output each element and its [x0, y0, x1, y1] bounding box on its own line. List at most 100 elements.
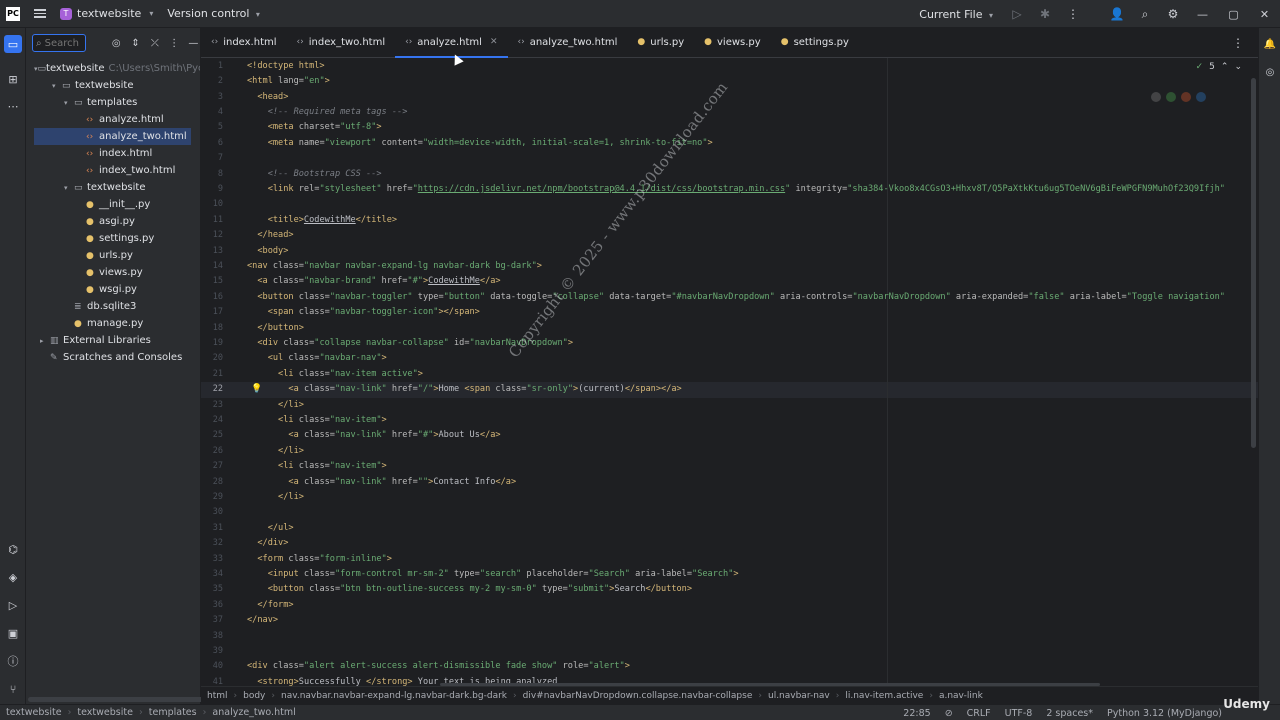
- breadcrumb-item[interactable]: html: [207, 691, 228, 701]
- editor-tab[interactable]: ‹› index_two.html: [287, 27, 396, 57]
- chevron-right-icon[interactable]: ▸: [40, 337, 50, 345]
- code-line[interactable]: <meta charset="utf-8">: [247, 120, 382, 135]
- code-line[interactable]: <body>: [247, 244, 288, 259]
- intention-bulb-icon[interactable]: 💡: [251, 384, 262, 394]
- expand-all-icon[interactable]: ⇕: [129, 38, 142, 49]
- collapse-all-icon[interactable]: ⤫: [148, 38, 161, 49]
- code-line[interactable]: <!doctype html>: [247, 59, 325, 74]
- editor-tab[interactable]: ‹› analyze.html ✕: [395, 27, 508, 58]
- editor-tab[interactable]: ● urls.py: [627, 27, 694, 57]
- vertical-scrollbar[interactable]: [1251, 78, 1256, 448]
- code-line[interactable]: </ul>: [247, 521, 294, 536]
- code-line[interactable]: </li>: [247, 490, 304, 505]
- chevron-up-icon[interactable]: ⌃: [1221, 62, 1229, 72]
- chrome-icon[interactable]: [1166, 92, 1176, 102]
- code-line[interactable]: <li class="nav-item">: [247, 459, 387, 474]
- code-line[interactable]: </li>: [247, 444, 304, 459]
- tree-item[interactable]: ‹› index_two.html: [34, 162, 191, 179]
- tree-item[interactable]: ● views.py: [34, 264, 191, 281]
- code-line[interactable]: <span class="navbar-toggler-icon"></span…: [247, 305, 480, 320]
- edge-icon[interactable]: [1196, 92, 1206, 102]
- run-tool-icon[interactable]: ▷: [4, 596, 22, 614]
- editor-tab[interactable]: ‹› index.html: [201, 27, 287, 57]
- debug-icon[interactable]: ✱: [1031, 0, 1059, 28]
- structure-icon[interactable]: ⊞: [4, 70, 22, 88]
- layers-icon[interactable]: ◈: [4, 568, 22, 586]
- code-line[interactable]: <head>: [247, 90, 288, 105]
- code-line[interactable]: <meta name="viewport" content="width=dev…: [247, 136, 713, 151]
- code-line[interactable]: <!-- Required meta tags -->: [247, 105, 408, 120]
- code-line[interactable]: <link rel="stylesheet" href="https://cdn…: [247, 182, 1225, 197]
- status-path-item[interactable]: textwebsite: [6, 707, 62, 718]
- locate-file-icon[interactable]: ◎: [110, 38, 123, 49]
- settings-gear-icon[interactable]: ⚙: [1159, 0, 1187, 28]
- status-path-item[interactable]: templates: [149, 707, 197, 718]
- run-icon[interactable]: ▷: [1003, 0, 1031, 28]
- hide-panel-icon[interactable]: —: [187, 38, 200, 49]
- tree-item[interactable]: ● settings.py: [34, 230, 191, 247]
- code-line[interactable]: <ul class="navbar-nav">: [247, 351, 387, 366]
- code-line[interactable]: <li class="nav-item">: [247, 413, 387, 428]
- problems-icon[interactable]: ⓘ: [4, 652, 22, 670]
- tree-item[interactable]: ▾ ▭ textwebsite C:\Users\Smith\Pych: [34, 60, 200, 77]
- close-tab-icon[interactable]: ✕: [490, 37, 498, 47]
- caret-position[interactable]: 22:85: [903, 708, 930, 719]
- chevron-down-icon[interactable]: ▾: [64, 184, 74, 192]
- editor-tab[interactable]: ● views.py: [694, 27, 771, 57]
- more-tools-icon[interactable]: ⋯: [4, 97, 22, 115]
- more-actions-icon[interactable]: ⋮: [1059, 0, 1087, 28]
- add-user-icon[interactable]: 👤: [1103, 0, 1131, 28]
- breadcrumb-item[interactable]: nav.navbar.navbar-expand-lg.navbar-dark.…: [281, 691, 507, 701]
- tree-item[interactable]: ‹› index.html: [34, 145, 191, 162]
- tree-item[interactable]: ● urls.py: [34, 247, 191, 264]
- python-interpreter[interactable]: Python 3.12 (MyDjango): [1107, 708, 1222, 719]
- project-search-input[interactable]: [44, 37, 85, 49]
- git-icon[interactable]: ⑂: [4, 680, 22, 698]
- code-line[interactable]: <form class="form-inline">: [247, 552, 392, 567]
- breadcrumb-item[interactable]: div#navbarNavDropdown.collapse.navbar-co…: [523, 691, 753, 701]
- project-search-box[interactable]: ⌕: [32, 34, 86, 52]
- line-separator[interactable]: CRLF: [967, 708, 991, 719]
- tree-item[interactable]: ▾ ▭ textwebsite: [34, 77, 191, 94]
- tree-item[interactable]: ‹› analyze.html: [34, 111, 191, 128]
- readonly-toggle-icon[interactable]: ⊘: [945, 708, 953, 719]
- code-line[interactable]: <a class="nav-link" href="#">About Us</a…: [247, 428, 500, 443]
- code-line[interactable]: </head>: [247, 228, 293, 243]
- code-line[interactable]: <button class="btn btn-outline-success m…: [247, 582, 692, 597]
- version-control-menu[interactable]: Version control ▾: [167, 7, 260, 20]
- code-line[interactable]: <li class="nav-item active">: [247, 367, 423, 382]
- code-line[interactable]: </div>: [247, 536, 288, 551]
- indent-setting[interactable]: 2 spaces*: [1046, 708, 1093, 719]
- code-line[interactable]: </nav>: [247, 613, 278, 628]
- code-line[interactable]: <title>CodewithMe</title>: [247, 213, 397, 228]
- code-editor[interactable]: 1 2 3 4 5 6 7 8 9 10 11 12 13 14 15 16 17 18 19 20 21 22 23 24 2…: [201, 58, 1258, 686]
- editor-tab[interactable]: ● settings.py: [771, 27, 859, 57]
- code-line[interactable]: <input class="form-control mr-sm-2" type…: [247, 567, 739, 582]
- status-path-item[interactable]: textwebsite: [77, 707, 133, 718]
- firefox-icon[interactable]: [1181, 92, 1191, 102]
- close-window-button[interactable]: ✕: [1249, 0, 1280, 28]
- project-switcher[interactable]: T textwebsite ▾: [60, 7, 153, 20]
- inspection-widget[interactable]: ✓ 5 ⌃ ⌄: [1196, 62, 1242, 72]
- tree-item[interactable]: ▸ ▥ External Libraries: [34, 332, 191, 349]
- code-line[interactable]: <a class="nav-link" href="/">Home <span …: [247, 382, 681, 397]
- tree-item[interactable]: ● manage.py: [34, 315, 191, 332]
- options-icon[interactable]: ⋮: [167, 38, 180, 49]
- breadcrumb-item[interactable]: ul.navbar-nav: [768, 691, 830, 701]
- tree-item[interactable]: ▾ ▭ textwebsite: [34, 179, 191, 196]
- tree-item[interactable]: ● wsgi.py: [34, 281, 191, 298]
- chevron-down-icon[interactable]: ▾: [52, 82, 62, 90]
- code-line[interactable]: <html lang="en">: [247, 74, 330, 89]
- tree-item[interactable]: ‹› analyze_two.html: [34, 128, 191, 145]
- search-everywhere-icon[interactable]: ⌕: [1131, 0, 1159, 28]
- notifications-icon[interactable]: 🔔: [1262, 36, 1278, 52]
- code-line[interactable]: <nav class="navbar navbar-expand-lg navb…: [247, 259, 542, 274]
- terminal-icon[interactable]: ▣: [4, 624, 22, 642]
- file-encoding[interactable]: UTF-8: [1005, 708, 1033, 719]
- code-line[interactable]: </form>: [247, 598, 293, 613]
- code-line[interactable]: <div class="alert alert-success alert-di…: [247, 659, 630, 674]
- code-line[interactable]: <a class="navbar-brand" href="#">Codewit…: [247, 274, 500, 289]
- minimize-button[interactable]: —: [1187, 0, 1218, 28]
- ide-logo-icon[interactable]: PC: [6, 6, 20, 21]
- tree-item[interactable]: ▾ ▭ templates: [34, 94, 191, 111]
